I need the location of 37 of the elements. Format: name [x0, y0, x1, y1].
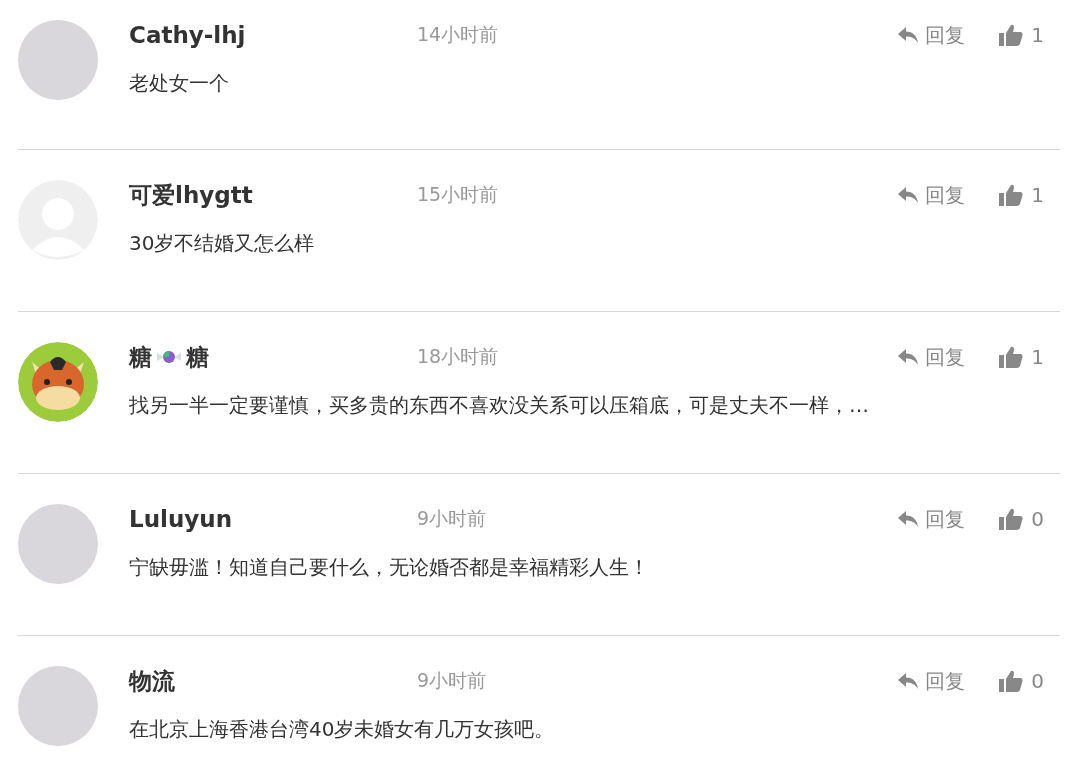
thumbs-up-icon [999, 24, 1024, 46]
reply-arrow-icon [897, 186, 920, 204]
reply-arrow-icon [897, 510, 920, 528]
thumbs-up-icon [999, 670, 1024, 692]
like-button[interactable]: 1 [999, 345, 1044, 369]
user-name: 糖 [129, 342, 152, 372]
like-button[interactable]: 0 [999, 507, 1044, 531]
timestamp: 9小时前 [417, 668, 488, 693]
timestamp: 18小时前 [417, 344, 500, 369]
user-name: Cathy-lhj [129, 22, 246, 48]
comment-text: 在北京上海香港台湾40岁未婚女有几万女孩吧。 [129, 716, 556, 743]
reply-button[interactable]: 回复 [897, 343, 966, 371]
reply-button[interactable]: 回复 [897, 667, 966, 695]
user-name: 可爱lhygtt [129, 180, 253, 210]
comment-text: 宁缺毋滥！知道自己要什么，无论婚否都是幸福精彩人生！ [129, 554, 650, 581]
comment-text: 30岁不结婚又怎么样 [129, 230, 316, 257]
like-button[interactable]: 0 [999, 669, 1044, 693]
user-name: 糖 [186, 342, 209, 372]
reply-button[interactable]: 回复 [897, 181, 966, 209]
thumbs-up-icon [999, 184, 1024, 206]
like-button[interactable]: 1 [999, 23, 1044, 47]
comment-text: 找另一半一定要谨慎，买多贵的东西不喜欢没关系可以压箱底，可是丈夫不一样，… [129, 392, 870, 419]
comment-text: 老处女一个 [129, 70, 230, 97]
reply-arrow-icon [897, 348, 920, 366]
reply-arrow-icon [897, 26, 920, 44]
user-name: 物流 [129, 666, 175, 696]
thumbs-up-icon [999, 508, 1024, 530]
reply-button[interactable]: 回复 [897, 505, 966, 533]
user-name: Luluyun [129, 506, 233, 532]
timestamp: 15小时前 [417, 182, 500, 207]
reply-arrow-icon [897, 672, 920, 690]
timestamp: 14小时前 [417, 22, 500, 47]
thumbs-up-icon [999, 346, 1024, 368]
timestamp: 9小时前 [417, 506, 488, 531]
like-button[interactable]: 1 [999, 183, 1044, 207]
horse-avatar-icon [18, 342, 98, 422]
reply-button[interactable]: 回复 [897, 21, 966, 49]
